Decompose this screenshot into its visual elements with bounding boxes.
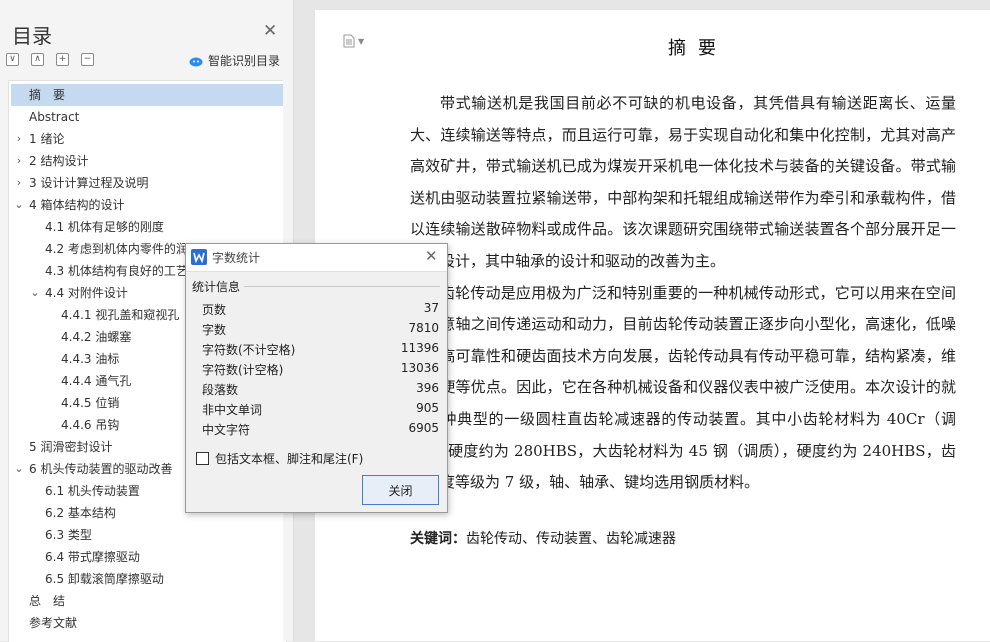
close-button[interactable]: 关闭 — [362, 475, 439, 505]
keywords-line: 关键词：齿轮传动、传动装置、齿轮减速器 — [410, 528, 676, 548]
stat-row: 字符数(不计空格) 11396 — [202, 341, 439, 361]
toc-item[interactable]: 总 结 — [9, 590, 286, 612]
toc-item[interactable]: 6.5 卸载滚筒摩擦驱动 — [9, 568, 286, 590]
checkbox-box[interactable] — [196, 452, 209, 465]
chevron-down-icon[interactable]: ⌄ — [13, 194, 25, 216]
sidebar-title: 目录 — [12, 24, 52, 48]
stat-value: 396 — [416, 381, 439, 395]
stat-row: 中文字符 6905 — [202, 421, 439, 441]
sidebar-close-icon[interactable]: ✕ — [263, 22, 277, 40]
chevron-right-icon[interactable]: › — [13, 172, 25, 194]
word-count-dialog: 字数统计 ✕ 统计信息 页数 37 字数 7810 字符数(不计空格) 11396 字符数(… — [185, 243, 448, 513]
add-heading-icon[interactable]: + — [56, 53, 69, 66]
dialog-close-icon[interactable]: ✕ — [425, 247, 438, 265]
toc-item-label: 6.4 带式摩擦驱动 — [45, 550, 140, 564]
smart-toc-button[interactable]: 智能识别目录 — [189, 52, 280, 69]
toc-item-label: 4 箱体结构的设计 — [29, 198, 125, 212]
toc-item-label: 6.1 机头传动装置 — [45, 484, 140, 498]
paragraph: 齿轮传动是应用极为广泛和特别重要的一种机械传动形式，它可以用来在空间的任意轴之间… — [410, 283, 956, 492]
keywords-label: 关键词： — [410, 531, 466, 547]
stat-label: 字符数(不计空格) — [202, 343, 296, 357]
chevron-right-icon[interactable]: › — [13, 150, 25, 172]
toc-item-label: 6.5 卸载滚筒摩擦驱动 — [45, 572, 164, 586]
stat-label: 页数 — [202, 303, 227, 317]
page-title: 摘要 — [668, 38, 728, 59]
toc-item[interactable]: › 2 结构设计 — [9, 150, 286, 172]
toc-item-label: 4.4.1 视孔盖和窥视孔 — [61, 308, 180, 322]
toc-item-label: 6.3 类型 — [45, 528, 92, 542]
toc-item-label: 4.4.3 油标 — [61, 352, 120, 366]
stat-value: 7810 — [408, 321, 439, 335]
toc-item-label: 4.2 考虑到机体内零件的润 — [45, 242, 188, 256]
toc-item[interactable]: Abstract — [9, 106, 286, 128]
collapse-all-icon[interactable]: ∧ — [31, 53, 44, 66]
toc-toolbar: ∨ ∧ + − — [6, 53, 106, 66]
toc-item-label: 4.4 对附件设计 — [45, 286, 128, 300]
dialog-titlebar[interactable]: 字数统计 ✕ — [186, 244, 447, 272]
toc-item-label: 4.3 机体结构有良好的工艺 — [45, 264, 188, 278]
stat-row: 字符数(计空格) 13036 — [202, 361, 439, 381]
toc-item-label: 3 设计计算过程及说明 — [29, 176, 149, 190]
chevron-down-icon[interactable]: ⌄ — [13, 458, 25, 480]
statistics-group: 统计信息 页数 37 字数 7810 字符数(不计空格) 11396 字符数(计空格) 130… — [192, 278, 440, 437]
statistics-legend: 统计信息 — [192, 278, 245, 295]
toc-item[interactable]: › 3 设计计算过程及说明 — [9, 172, 286, 194]
stat-row: 字数 7810 — [202, 321, 439, 341]
chevron-down-icon[interactable]: ⌄ — [29, 282, 41, 304]
paragraph: 带式输送机是我国目前必不可缺的机电设备，其凭借具有输送距离长、运量大、连续输送等… — [410, 94, 956, 270]
stat-label: 段落数 — [202, 383, 239, 397]
stat-value: 6905 — [408, 421, 439, 435]
toc-item[interactable]: 参考文献 — [9, 612, 286, 634]
stat-label: 字数 — [202, 323, 227, 337]
toc-item-label: 6 机头传动装置的驱动改善 — [29, 462, 173, 476]
expand-all-icon[interactable]: ∨ — [6, 53, 19, 66]
toc-item[interactable]: 摘 要 — [11, 84, 284, 106]
toc-item-label: 4.4.2 油螺塞 — [61, 330, 132, 344]
stat-label: 中文字符 — [202, 423, 251, 437]
toc-item-label: 1 绪论 — [29, 132, 65, 146]
toc-item[interactable]: › 1 绪论 — [9, 128, 286, 150]
stat-value: 37 — [423, 301, 439, 315]
toc-item-label: 摘 要 — [29, 88, 66, 102]
toc-item[interactable]: ⌄ 4 箱体结构的设计 — [9, 194, 286, 216]
toc-item-label: 总 结 — [29, 594, 66, 608]
toc-item-label: Abstract — [29, 110, 80, 124]
stat-label: 非中文单词 — [202, 403, 263, 417]
stat-value: 13036 — [400, 361, 439, 375]
smart-toc-label: 智能识别目录 — [208, 54, 281, 68]
stat-value: 11396 — [400, 341, 439, 355]
cloud-ai-icon — [189, 57, 203, 66]
chevron-right-icon[interactable]: › — [13, 128, 25, 150]
toc-item-label: 2 结构设计 — [29, 154, 89, 168]
stat-value: 905 — [416, 401, 439, 415]
toc-item-label: 参考文献 — [29, 616, 78, 630]
include-textbox-checkbox[interactable]: 包括文本框、脚注和尾注(F) — [196, 450, 363, 467]
toc-item[interactable]: 6.4 带式摩擦驱动 — [9, 546, 286, 568]
toc-item-label: 4.4.5 位销 — [61, 396, 120, 410]
wps-writer-icon — [191, 249, 207, 265]
stat-label: 字符数(计空格) — [202, 363, 284, 377]
toc-item-label: 4.4.6 吊钩 — [61, 418, 120, 432]
toc-item-label: 4.4.4 通气孔 — [61, 374, 132, 388]
abstract-body: 带式输送机是我国目前必不可缺的机电设备，其凭借具有输送距离长、运量大、连续输送等… — [410, 88, 956, 499]
toc-item[interactable]: 4.1 机体有足够的刚度 — [9, 216, 286, 238]
toc-item-label: 6.2 基本结构 — [45, 506, 116, 520]
stat-row: 段落数 396 — [202, 381, 439, 401]
dialog-title: 字数统计 — [212, 251, 261, 265]
stat-row: 页数 37 — [202, 301, 439, 321]
toc-item-label: 4.1 机体有足够的刚度 — [45, 220, 164, 234]
remove-heading-icon[interactable]: − — [81, 53, 94, 66]
toc-item[interactable]: 6.3 类型 — [9, 524, 286, 546]
keywords-text: 齿轮传动、传动装置、齿轮减速器 — [466, 531, 676, 547]
stat-row: 非中文单词 905 — [202, 401, 439, 421]
toc-item-label: 5 润滑密封设计 — [29, 440, 113, 454]
checkbox-label: 包括文本框、脚注和尾注(F) — [215, 452, 364, 466]
